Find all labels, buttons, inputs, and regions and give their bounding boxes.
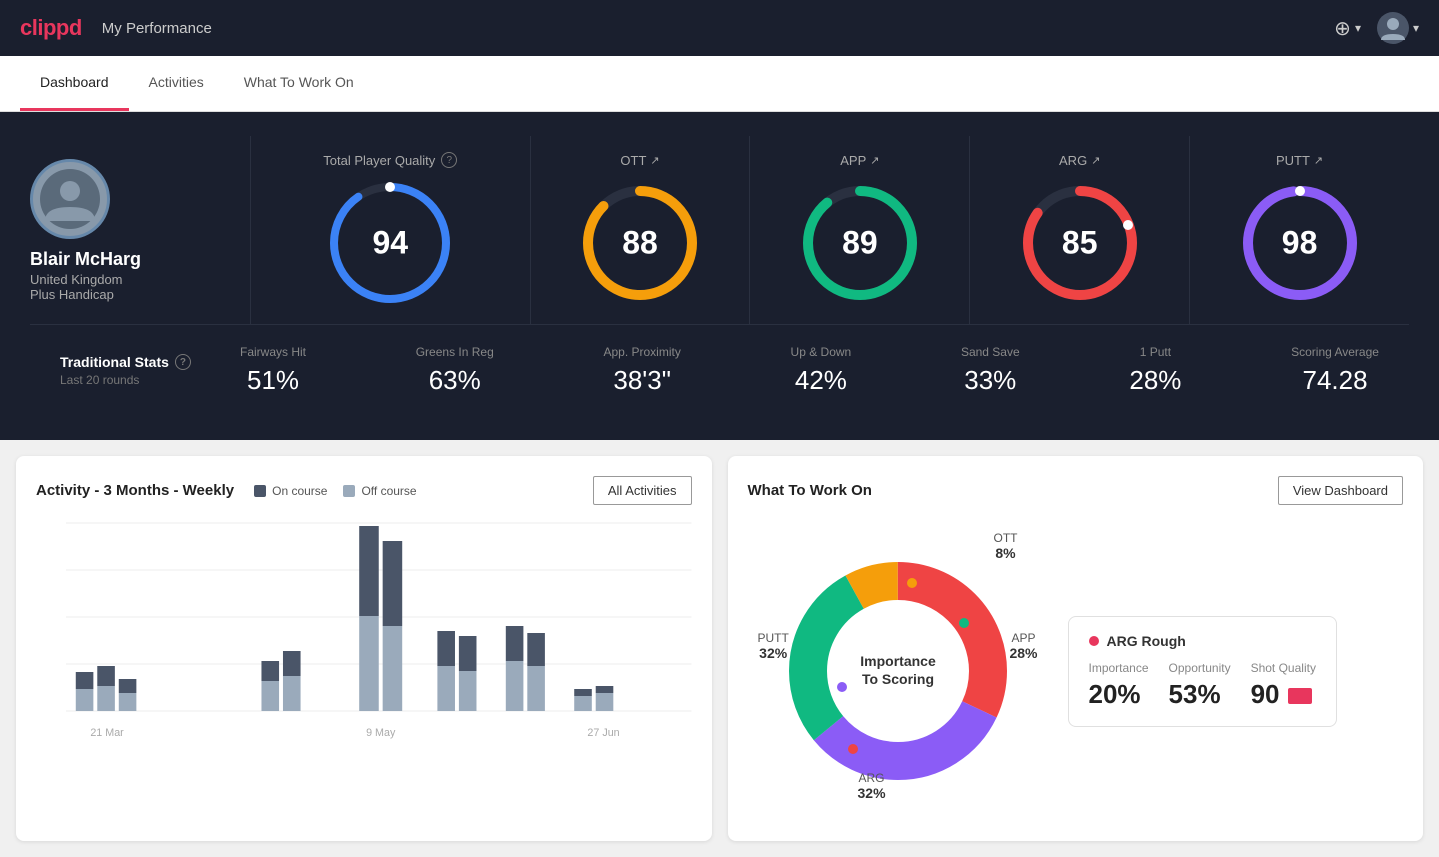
tabs-bar: Dashboard Activities What To Work On: [0, 56, 1439, 112]
hero-section: Blair McHarg United Kingdom Plus Handica…: [0, 112, 1439, 440]
shot-quality-swatch: [1288, 688, 1312, 704]
svg-text:21 Mar: 21 Mar: [90, 727, 124, 739]
trad-stat-sandsave: Sand Save 33%: [961, 345, 1020, 396]
putt-label: PUTT ↗: [1276, 153, 1323, 168]
legend-offcourse: Off course: [343, 484, 416, 498]
arg-label: ARG ↗: [1059, 153, 1100, 168]
tab-dashboard[interactable]: Dashboard: [20, 56, 129, 111]
arg-trend: ↗: [1091, 154, 1100, 167]
detail-metrics: Importance 20% Opportunity 53% Shot Qual…: [1089, 661, 1316, 710]
all-activities-button[interactable]: All Activities: [593, 476, 692, 505]
traditional-stats: Traditional Stats ? Last 20 rounds Fairw…: [30, 324, 1409, 416]
work-on-card: What To Work On View Dashboard: [728, 456, 1424, 841]
putt-donut-label: PUTT 32%: [758, 631, 789, 661]
logo: clippd: [20, 15, 82, 41]
activity-card: Activity - 3 Months - Weekly On course O…: [16, 456, 712, 841]
legend-oncourse: On course: [254, 484, 327, 498]
arg-value: 85: [1062, 224, 1098, 261]
header: clippd My Performance ⊕ ▾ ▾: [0, 0, 1439, 56]
trad-stat-proximity: App. Proximity 38'3": [603, 345, 680, 396]
total-quality-section: Total Player Quality ? 94: [251, 136, 531, 324]
arg-donut-label: ARG 32%: [858, 771, 886, 801]
player-name: Blair McHarg: [30, 249, 250, 270]
detail-dot: [1089, 636, 1099, 646]
detail-title: ARG Rough: [1089, 633, 1316, 649]
putt-trend: ↗: [1314, 154, 1323, 167]
ott-label: OTT ↗: [620, 153, 659, 168]
app-trend: ↗: [870, 154, 879, 167]
arg-circle: 85: [1015, 178, 1145, 308]
ott-donut-label: OTT 8%: [994, 531, 1018, 561]
ott-section: OTT ↗ 88: [531, 136, 751, 324]
importance-metric: Importance 20%: [1089, 661, 1149, 710]
player-country: United Kingdom: [30, 272, 250, 287]
svg-text:To Scoring: To Scoring: [861, 671, 933, 687]
hero-top: Blair McHarg United Kingdom Plus Handica…: [30, 136, 1409, 324]
app-label: APP ↗: [840, 153, 879, 168]
total-quality-circle: 94: [325, 178, 455, 308]
header-left: clippd My Performance: [20, 15, 212, 41]
svg-text:27 Jun: 27 Jun: [587, 727, 619, 739]
total-quality-value: 94: [373, 225, 409, 262]
trad-stat-gir: Greens In Reg 63%: [416, 345, 494, 396]
app-value: 89: [842, 224, 878, 261]
trad-stat-fairways: Fairways Hit 51%: [240, 345, 306, 396]
putt-value: 98: [1282, 224, 1318, 261]
tab-activities[interactable]: Activities: [129, 56, 224, 111]
legend-offcourse-dot: [343, 485, 355, 497]
main-content: Activity - 3 Months - Weekly On course O…: [0, 440, 1439, 857]
stats-circles: Total Player Quality ? 94 OTT ↗: [250, 136, 1409, 324]
shot-quality-metric: Shot Quality 90: [1251, 661, 1316, 710]
work-on-header: What To Work On View Dashboard: [748, 476, 1404, 505]
help-icon[interactable]: ?: [441, 152, 457, 168]
donut-chart-area: Importance To Scoring OTT 8% APP 28%: [748, 521, 1048, 821]
app-circle: 89: [795, 178, 925, 308]
view-dashboard-button[interactable]: View Dashboard: [1278, 476, 1403, 505]
total-quality-label: Total Player Quality ?: [323, 152, 457, 168]
svg-text:Importance: Importance: [860, 653, 936, 669]
user-avatar[interactable]: ▾: [1377, 12, 1419, 44]
chart-area: 0 2 4 6 8: [36, 521, 692, 766]
donut-svg: Importance To Scoring: [748, 521, 1048, 821]
detail-card: ARG Rough Importance 20% Opportunity 53%…: [1068, 616, 1337, 727]
header-right: ⊕ ▾ ▾: [1334, 12, 1419, 44]
activity-card-header: Activity - 3 Months - Weekly On course O…: [36, 476, 692, 505]
ott-value: 88: [622, 224, 658, 261]
trad-stat-scoring: Scoring Average 74.28: [1291, 345, 1379, 396]
opportunity-metric: Opportunity 53%: [1169, 661, 1231, 710]
trad-stat-updown: Up & Down 42%: [791, 345, 852, 396]
putt-section: PUTT ↗ 98: [1190, 136, 1409, 324]
trad-help-icon[interactable]: ?: [175, 354, 191, 370]
work-on-body: Importance To Scoring OTT 8% APP 28%: [748, 521, 1404, 821]
trad-stat-1putt: 1 Putt 28%: [1129, 345, 1181, 396]
tab-what-to-work-on[interactable]: What To Work On: [224, 56, 374, 111]
player-info: Blair McHarg United Kingdom Plus Handica…: [30, 159, 250, 302]
player-handicap: Plus Handicap: [30, 287, 250, 302]
activity-title: Activity - 3 Months - Weekly: [36, 482, 234, 499]
ott-circle: 88: [575, 178, 705, 308]
add-icon[interactable]: ⊕ ▾: [1334, 16, 1361, 41]
header-title: My Performance: [102, 20, 212, 37]
app-section: APP ↗ 89: [750, 136, 970, 324]
app-donut-label: APP 28%: [1009, 631, 1037, 661]
trad-stats-row: Fairways Hit 51% Greens In Reg 63% App. …: [240, 345, 1379, 396]
activity-legend: On course Off course: [254, 484, 417, 498]
work-on-title: What To Work On: [748, 482, 872, 499]
activity-chart-svg: 0 2 4 6 8: [66, 521, 692, 761]
player-avatar: [30, 159, 110, 239]
ott-trend: ↗: [650, 154, 659, 167]
putt-circle: 98: [1235, 178, 1365, 308]
svg-text:9 May: 9 May: [366, 727, 396, 739]
legend-oncourse-dot: [254, 485, 266, 497]
trad-title: Traditional Stats ?: [60, 354, 240, 370]
arg-section: ARG ↗ 85: [970, 136, 1190, 324]
trad-label: Traditional Stats ? Last 20 rounds: [60, 354, 240, 387]
trad-subtitle: Last 20 rounds: [60, 373, 240, 387]
